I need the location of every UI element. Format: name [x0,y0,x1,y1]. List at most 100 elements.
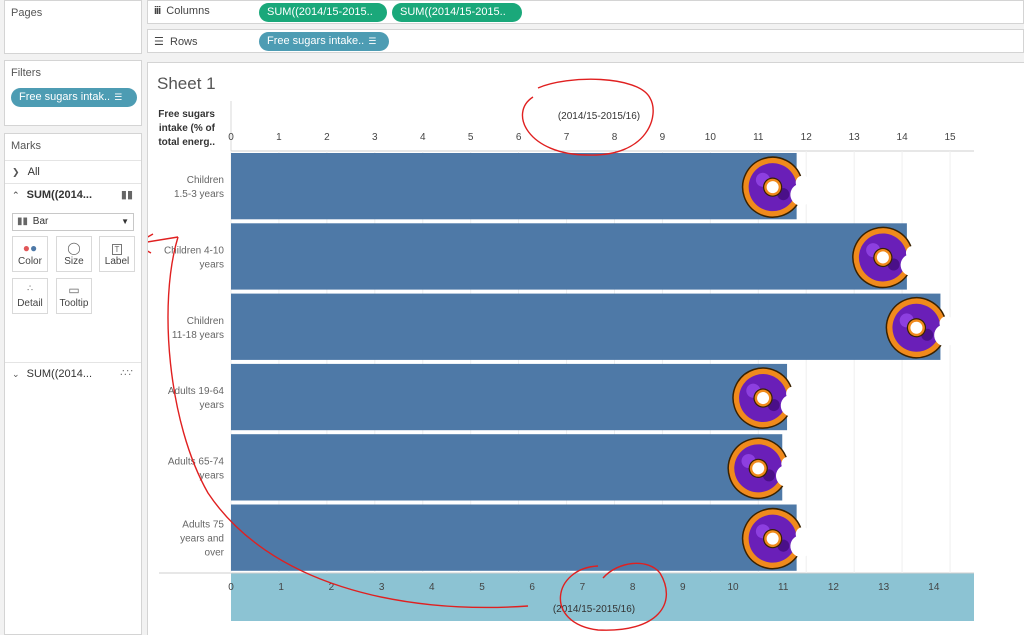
top-tick-label: 8 [612,132,618,143]
marks-card-2-header[interactable]: ⌄ SUM((2014... ∴∵ [5,362,141,385]
category-label: Adults 19-64 [168,386,225,397]
top-tick-label: 4 [420,132,426,143]
size-button-label: Size [64,256,84,267]
dropdown-arrow-icon: ▼ [121,217,129,226]
marks-card-1-header[interactable]: ⌃ SUM((2014... ▮▮ [5,184,141,206]
color-button[interactable]: ●● Color [12,236,48,272]
top-tick-label: 12 [801,132,813,143]
rows-label-text: Rows [170,36,198,48]
filter-pill-label: Free sugars intak.. [19,91,111,103]
pages-panel[interactable]: Pages [4,0,142,54]
marks-card-1-label: SUM((2014... [26,189,93,201]
size-button[interactable]: ◯ Size [56,236,92,272]
bar [231,153,797,220]
top-tick-label: 15 [944,132,956,143]
tooltip-button-label: Tooltip [59,298,89,309]
color-dots-icon: ●● [22,241,38,255]
chevron-down-icon: ⌄ [12,369,20,379]
bottom-tick-label: 8 [630,582,636,593]
label-button[interactable]: T Label [99,236,135,272]
bottom-tick-label: 9 [680,582,686,593]
category-label: years [200,400,224,411]
bar-chart[interactable]: Sheet 1 Free sugars intake (% of total e… [148,63,1023,634]
bar [231,223,907,290]
rows-icon: ☰ [154,36,164,48]
marks-title: Marks [11,140,41,152]
top-tick-label: 9 [660,132,666,143]
chevron-right-icon: ❯ [12,167,20,177]
bar [231,504,797,571]
category-label: Children [187,175,224,186]
detail-button[interactable]: ∴ Detail [12,278,48,314]
sheet-view[interactable]: Sheet 1 Free sugars intake (% of total e… [147,62,1024,635]
marks-all-row[interactable]: ❯ All [5,160,141,184]
rows-shelf-label: ☰ Rows [154,35,198,48]
sheet-title: Sheet 1 [157,74,216,93]
size-icon: ◯ [67,241,81,255]
chevron-up-icon: ⌃ [12,190,20,200]
bottom-tick-label: 4 [429,582,435,593]
sort-icon: ☰ [114,92,123,102]
top-axis-title: (2014/15-2015/16) [558,111,640,122]
category-label: Children [187,316,224,327]
top-tick-label: 2 [324,132,330,143]
bottom-tick-label: 6 [529,582,535,593]
row-header-line-2: intake (% of [159,123,216,134]
category-label: years [200,470,224,481]
filter-pill[interactable]: Free sugars intak.. ☰ [11,88,137,107]
columns-shelf-label: iii Columns [154,5,210,17]
category-label: 11-18 years [172,330,224,341]
bottom-tick-label: 14 [928,582,940,593]
columns-label-text: Columns [166,5,210,17]
filters-panel[interactable]: Filters Free sugars intak.. ☰ [4,60,142,126]
bar [231,363,788,431]
marks-panel[interactable]: Marks ❯ All ⌃ SUM((2014... ▮▮ ▮▮ Bar ▼ ●… [4,133,142,635]
filters-title: Filters [11,67,41,79]
category-label: years [200,259,224,270]
tooltip-button[interactable]: ▭ Tooltip [56,278,92,314]
category-label: Adults 75 [182,520,224,531]
bottom-tick-label: 12 [828,582,840,593]
row-header-line-1: Free sugars [158,109,215,120]
top-tick-label: 10 [705,132,717,143]
mark-type-select[interactable]: ▮▮ Bar ▼ [12,213,134,231]
bottom-tick-label: 7 [580,582,586,593]
pages-title: Pages [11,7,43,19]
bar [231,434,783,501]
rows-pill[interactable]: Free sugars intake.. ☰ [259,32,389,51]
columns-pill-2[interactable]: SUM((2014/15-2015.. [392,3,522,22]
bottom-tick-label: 5 [479,582,485,593]
tooltip-icon: ▭ [68,283,80,297]
annotation-arrowhead [148,233,154,254]
detail-button-label: Detail [17,298,43,309]
bottom-tick-label: 1 [278,582,284,593]
top-tick-label: 13 [849,132,861,143]
bottom-tick-label: 11 [778,582,789,593]
category-label: 1.5-3 years [174,189,224,200]
category-label: years and [180,534,224,545]
text-label-icon: T [100,241,134,255]
bar [231,293,941,360]
top-tick-label: 5 [468,132,474,143]
top-tick-label: 1 [276,132,282,143]
category-label: Adults 65-74 [168,456,225,467]
shapes-icon: ∴∵ [120,368,133,379]
columns-icon: iii [154,5,161,17]
bar-chart-icon: ▮▮ [17,216,29,227]
color-button-label: Color [18,256,42,267]
sort-icon: ☰ [368,36,377,46]
marks-all-label: All [27,166,40,178]
detail-dots-icon: ∴ [27,283,33,293]
category-label: over [205,548,225,559]
top-tick-label: 7 [564,132,570,143]
columns-pill-1[interactable]: SUM((2014/15-2015.. [259,3,387,22]
top-tick-label: 14 [897,132,909,143]
rows-pill-label: Free sugars intake.. [267,35,365,47]
bottom-tick-label: 0 [228,582,234,593]
rows-shelf[interactable]: ☰ Rows Free sugars intake.. ☰ [147,29,1024,53]
columns-shelf[interactable]: iii Columns SUM((2014/15-2015.. SUM((201… [147,0,1024,24]
top-tick-label: 6 [516,132,522,143]
annotation-arrow-line [148,236,179,243]
bar-chart-icon: ▮▮ [120,189,133,201]
top-tick-label: 3 [372,132,378,143]
